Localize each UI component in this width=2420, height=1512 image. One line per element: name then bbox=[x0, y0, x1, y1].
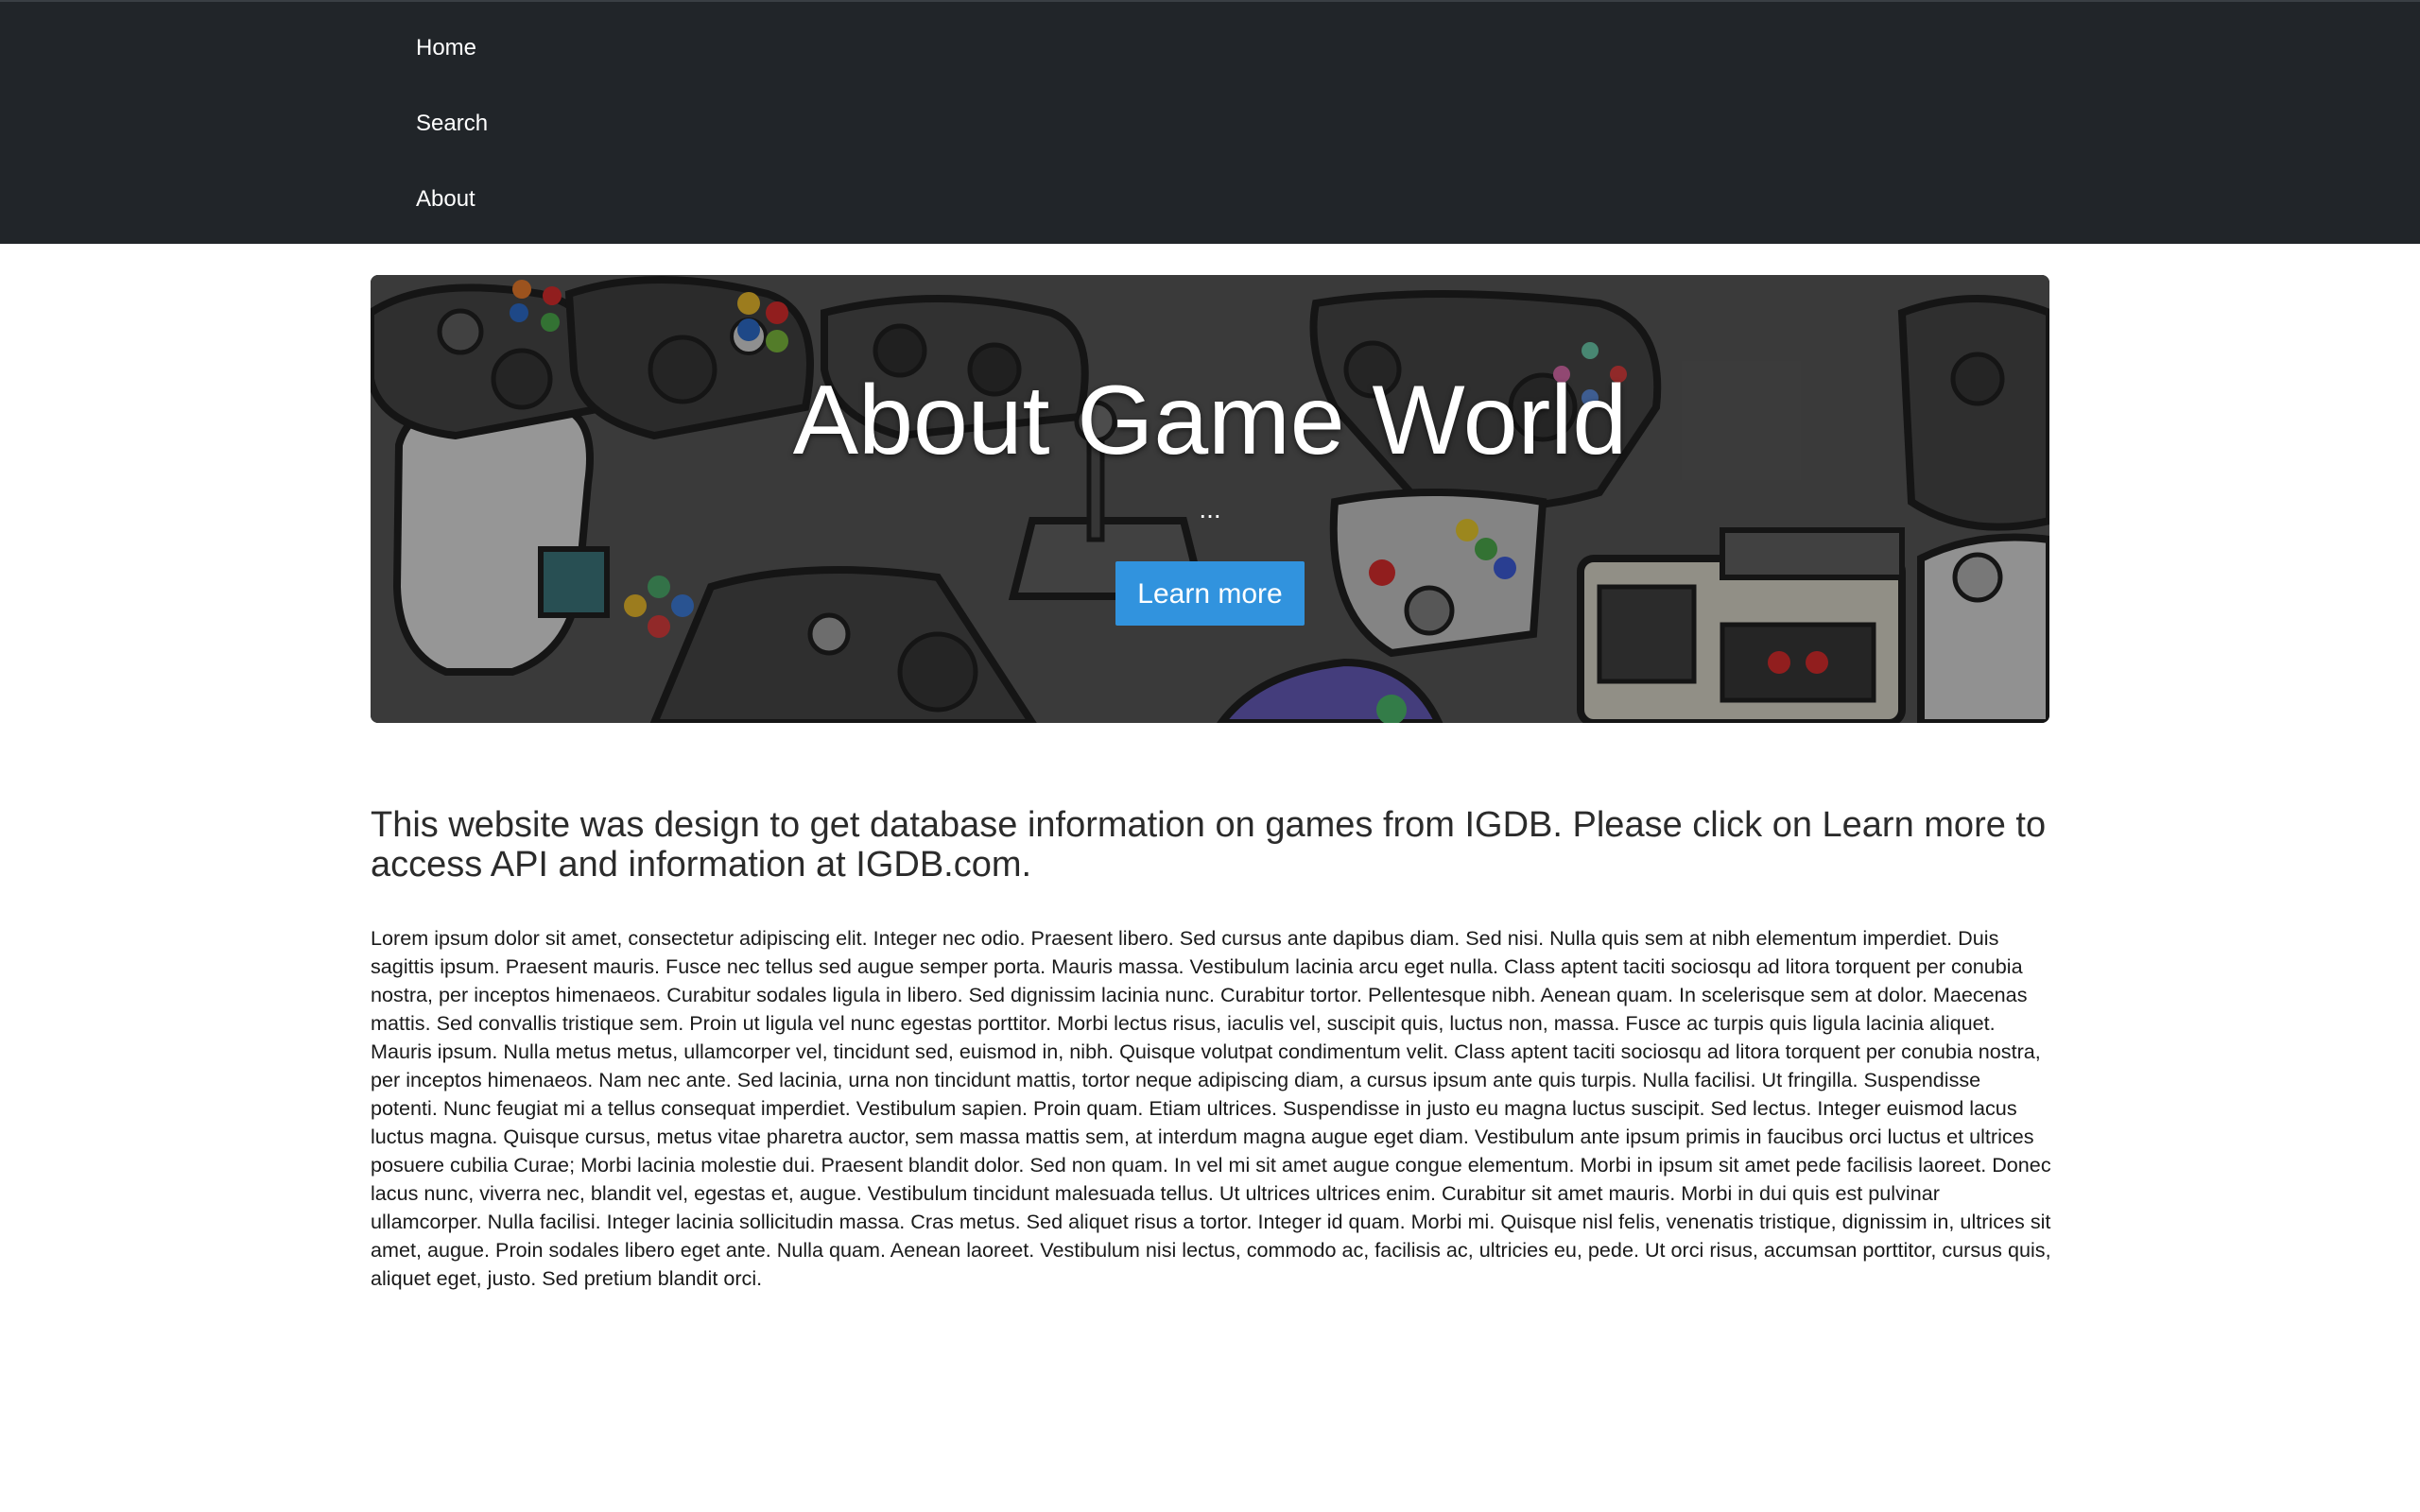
nav-link-home[interactable]: Home bbox=[416, 25, 488, 100]
nav-link-about[interactable]: About bbox=[416, 176, 488, 251]
hero-jumbotron: About Game World ... Learn more bbox=[371, 275, 2049, 723]
nav-list: Home Search About bbox=[416, 25, 488, 251]
lead-paragraph: This website was design to get database … bbox=[371, 805, 2047, 885]
nav-link-search[interactable]: Search bbox=[416, 100, 488, 176]
hero-subtitle: ... bbox=[1199, 494, 1221, 524]
hero-title: About Game World bbox=[792, 366, 1628, 475]
body-paragraph: Lorem ipsum dolor sit amet, consectetur … bbox=[371, 926, 2051, 1290]
top-navbar: Home Search About bbox=[0, 0, 2420, 244]
learn-more-button[interactable]: Learn more bbox=[1115, 561, 1305, 626]
